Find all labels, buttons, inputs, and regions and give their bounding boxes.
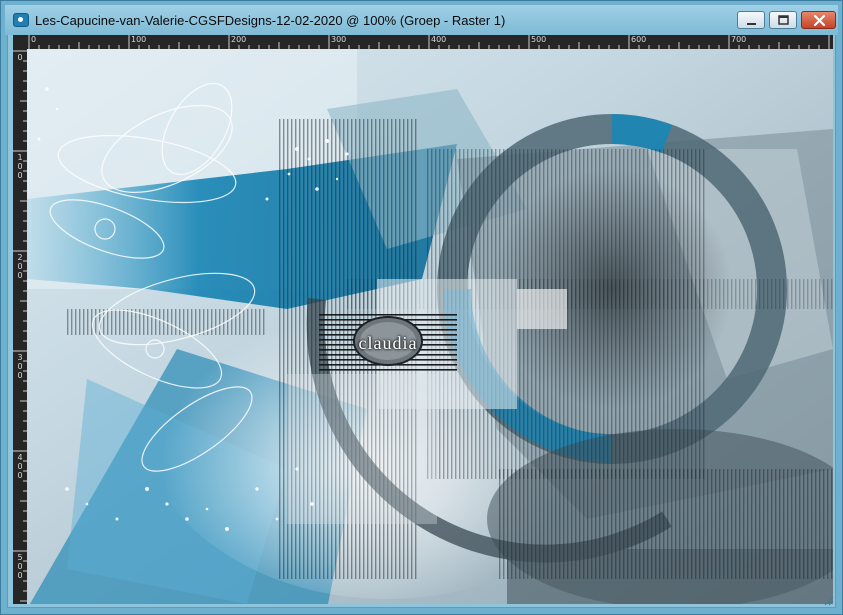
ruler-label-400: 400	[431, 35, 447, 44]
horizontal-ruler[interactable]: 0 100 200 300 400 500 600 700	[27, 35, 833, 49]
ruler-label-300: 300	[331, 35, 347, 44]
vruler-label-500: 5 0 0	[17, 553, 23, 580]
ruler-label-100: 100	[131, 35, 147, 44]
ruler-corner	[13, 35, 27, 49]
ruler-label-500: 500	[531, 35, 547, 44]
ruler-label-700: 700	[731, 35, 747, 44]
minimize-icon	[747, 23, 756, 25]
horizontal-ruler-ticks	[28, 35, 830, 49]
watermark-text: claudia	[358, 333, 418, 353]
vruler-label-0: 0	[17, 53, 23, 62]
ruler-label-600: 600	[631, 35, 647, 44]
ruler-label-0: 0	[31, 35, 37, 44]
watermark: claudia	[319, 309, 457, 377]
vertical-ruler-ticks	[13, 50, 27, 602]
maximize-icon	[778, 15, 789, 25]
ruler-label-200: 200	[231, 35, 247, 44]
image-canvas[interactable]: claudia	[27, 49, 833, 604]
window-title: Les-Capucine-van-Valerie-CGSFDesigns-12-…	[35, 13, 506, 28]
maximize-button[interactable]	[769, 11, 797, 29]
image-window: Les-Capucine-van-Valerie-CGSFDesigns-12-…	[0, 0, 843, 615]
vruler-label-200: 2 0 0	[17, 253, 23, 280]
resize-grip-icon[interactable]	[824, 596, 834, 606]
vertical-ruler[interactable]: 0 1 0 0 2 0 0 3 0 0 4 0 0 5 0 0	[13, 49, 27, 604]
title-bar[interactable]: Les-Capucine-van-Valerie-CGSFDesigns-12-…	[5, 5, 838, 35]
close-icon	[813, 14, 826, 27]
close-button[interactable]	[801, 11, 836, 29]
minimize-button[interactable]	[737, 11, 765, 29]
vruler-label-100: 1 0 0	[17, 153, 23, 180]
vruler-label-300: 3 0 0	[17, 353, 23, 380]
camera-icon[interactable]	[13, 13, 29, 27]
vruler-label-400: 4 0 0	[17, 453, 23, 480]
